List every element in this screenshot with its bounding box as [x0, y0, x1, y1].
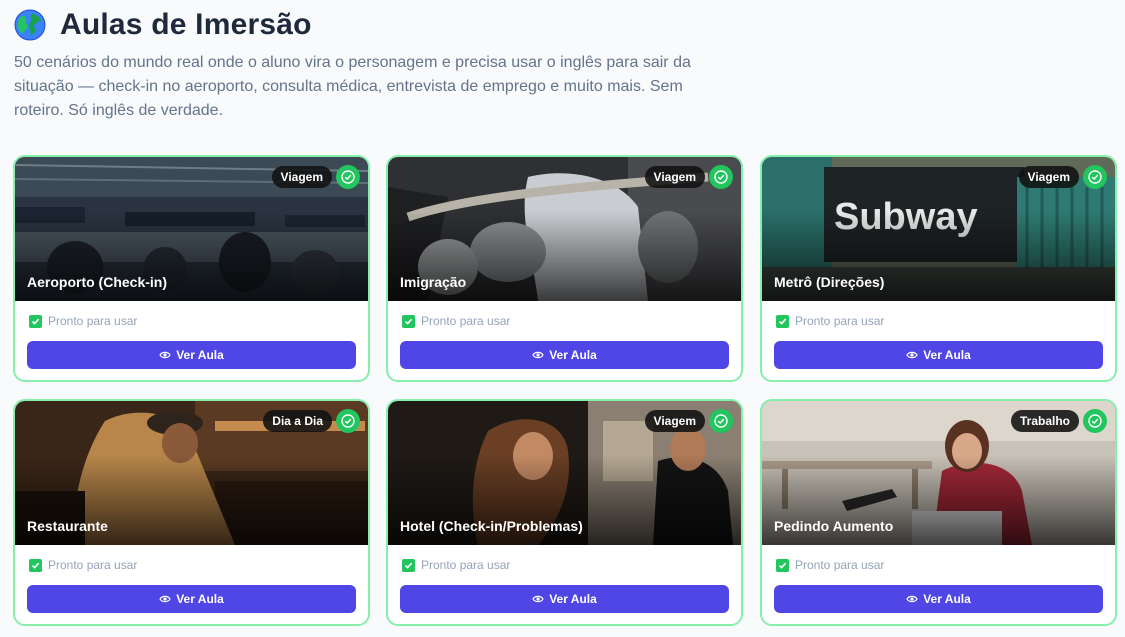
ready-status: Pronto para usar — [776, 558, 884, 572]
button-label: Ver Aula — [549, 348, 597, 362]
lesson-card[interactable]: Viagem Imigração Pronto para usar Ver Au… — [386, 155, 743, 382]
category-tag: Viagem — [644, 410, 705, 432]
lesson-card[interactable]: Subway Viagem Metrô (Direções) Pronto pa… — [760, 155, 1117, 382]
check-circle-icon — [1083, 409, 1107, 433]
lesson-card[interactable]: Viagem Hotel (Check-in/Problemas) Pronto… — [386, 399, 743, 626]
card-title: Pedindo Aumento — [774, 518, 894, 534]
lesson-card[interactable]: Dia a Dia Restaurante Pronto para usar V… — [13, 399, 370, 626]
checkbox-icon — [29, 558, 42, 572]
category-tag: Viagem — [644, 166, 705, 188]
ready-status: Pronto para usar — [776, 314, 884, 328]
eye-icon — [906, 351, 918, 359]
card-image-area: Dia a Dia Restaurante — [15, 401, 368, 545]
card-title: Aeroporto (Check-in) — [27, 274, 167, 290]
page-description: 50 cenários do mundo real onde o aluno v… — [14, 54, 691, 119]
card-image-area: Viagem Hotel (Check-in/Problemas) — [388, 401, 741, 545]
view-lesson-button[interactable]: Ver Aula — [774, 585, 1103, 613]
button-label: Ver Aula — [176, 592, 224, 606]
button-label: Ver Aula — [549, 592, 597, 606]
ready-status: Pronto para usar — [29, 314, 137, 328]
view-lesson-button[interactable]: Ver Aula — [27, 341, 356, 369]
page-title: Aulas de Imersão — [60, 8, 312, 41]
status-label: Pronto para usar — [795, 558, 885, 572]
card-title: Restaurante — [27, 518, 108, 534]
globe-icon — [14, 9, 46, 41]
status-label: Pronto para usar — [48, 314, 138, 328]
check-circle-icon — [1083, 165, 1107, 189]
view-lesson-button[interactable]: Ver Aula — [27, 585, 356, 613]
lesson-card[interactable]: Viagem Aeroporto (Check-in) Pronto para … — [13, 155, 370, 382]
check-circle-icon — [336, 409, 360, 433]
ready-status: Pronto para usar — [402, 558, 510, 572]
ready-status: Pronto para usar — [29, 558, 137, 572]
card-image-area: Trabalho Pedindo Aumento — [762, 401, 1115, 545]
button-label: Ver Aula — [176, 348, 224, 362]
category-tag: Dia a Dia — [263, 410, 332, 432]
eye-icon — [159, 351, 171, 359]
card-image-area: Viagem Imigração — [388, 157, 741, 301]
card-image-area: Viagem Aeroporto (Check-in) — [15, 157, 368, 301]
category-tag: Viagem — [271, 166, 332, 188]
view-lesson-button[interactable]: Ver Aula — [400, 585, 729, 613]
view-lesson-button[interactable]: Ver Aula — [774, 341, 1103, 369]
page-header: Aulas de Imersão 50 cenários do mundo re… — [14, 6, 1114, 123]
view-lesson-button[interactable]: Ver Aula — [400, 341, 729, 369]
ready-status: Pronto para usar — [402, 314, 510, 328]
status-label: Pronto para usar — [421, 314, 511, 328]
eye-icon — [159, 595, 171, 603]
card-image-area: Subway Viagem Metrô (Direções) — [762, 157, 1115, 301]
card-title: Hotel (Check-in/Problemas) — [400, 518, 583, 534]
button-label: Ver Aula — [923, 592, 971, 606]
lesson-card[interactable]: Trabalho Pedindo Aumento Pronto para usa… — [760, 399, 1117, 626]
status-label: Pronto para usar — [48, 558, 138, 572]
eye-icon — [532, 351, 544, 359]
category-tag: Trabalho — [1010, 410, 1079, 432]
checkbox-icon — [402, 314, 415, 328]
status-label: Pronto para usar — [795, 314, 885, 328]
card-title: Metrô (Direções) — [774, 274, 885, 290]
status-label: Pronto para usar — [421, 558, 511, 572]
checkbox-icon — [29, 314, 42, 328]
check-circle-icon — [709, 165, 733, 189]
checkbox-icon — [776, 558, 789, 572]
button-label: Ver Aula — [923, 348, 971, 362]
check-circle-icon — [709, 409, 733, 433]
category-tag: Viagem — [1018, 166, 1079, 188]
eye-icon — [532, 595, 544, 603]
check-circle-icon — [336, 165, 360, 189]
title-row: Aulas de Imersão — [14, 6, 1114, 44]
checkbox-icon — [776, 314, 789, 328]
eye-icon — [906, 595, 918, 603]
card-title: Imigração — [400, 274, 467, 290]
checkbox-icon — [402, 558, 415, 572]
